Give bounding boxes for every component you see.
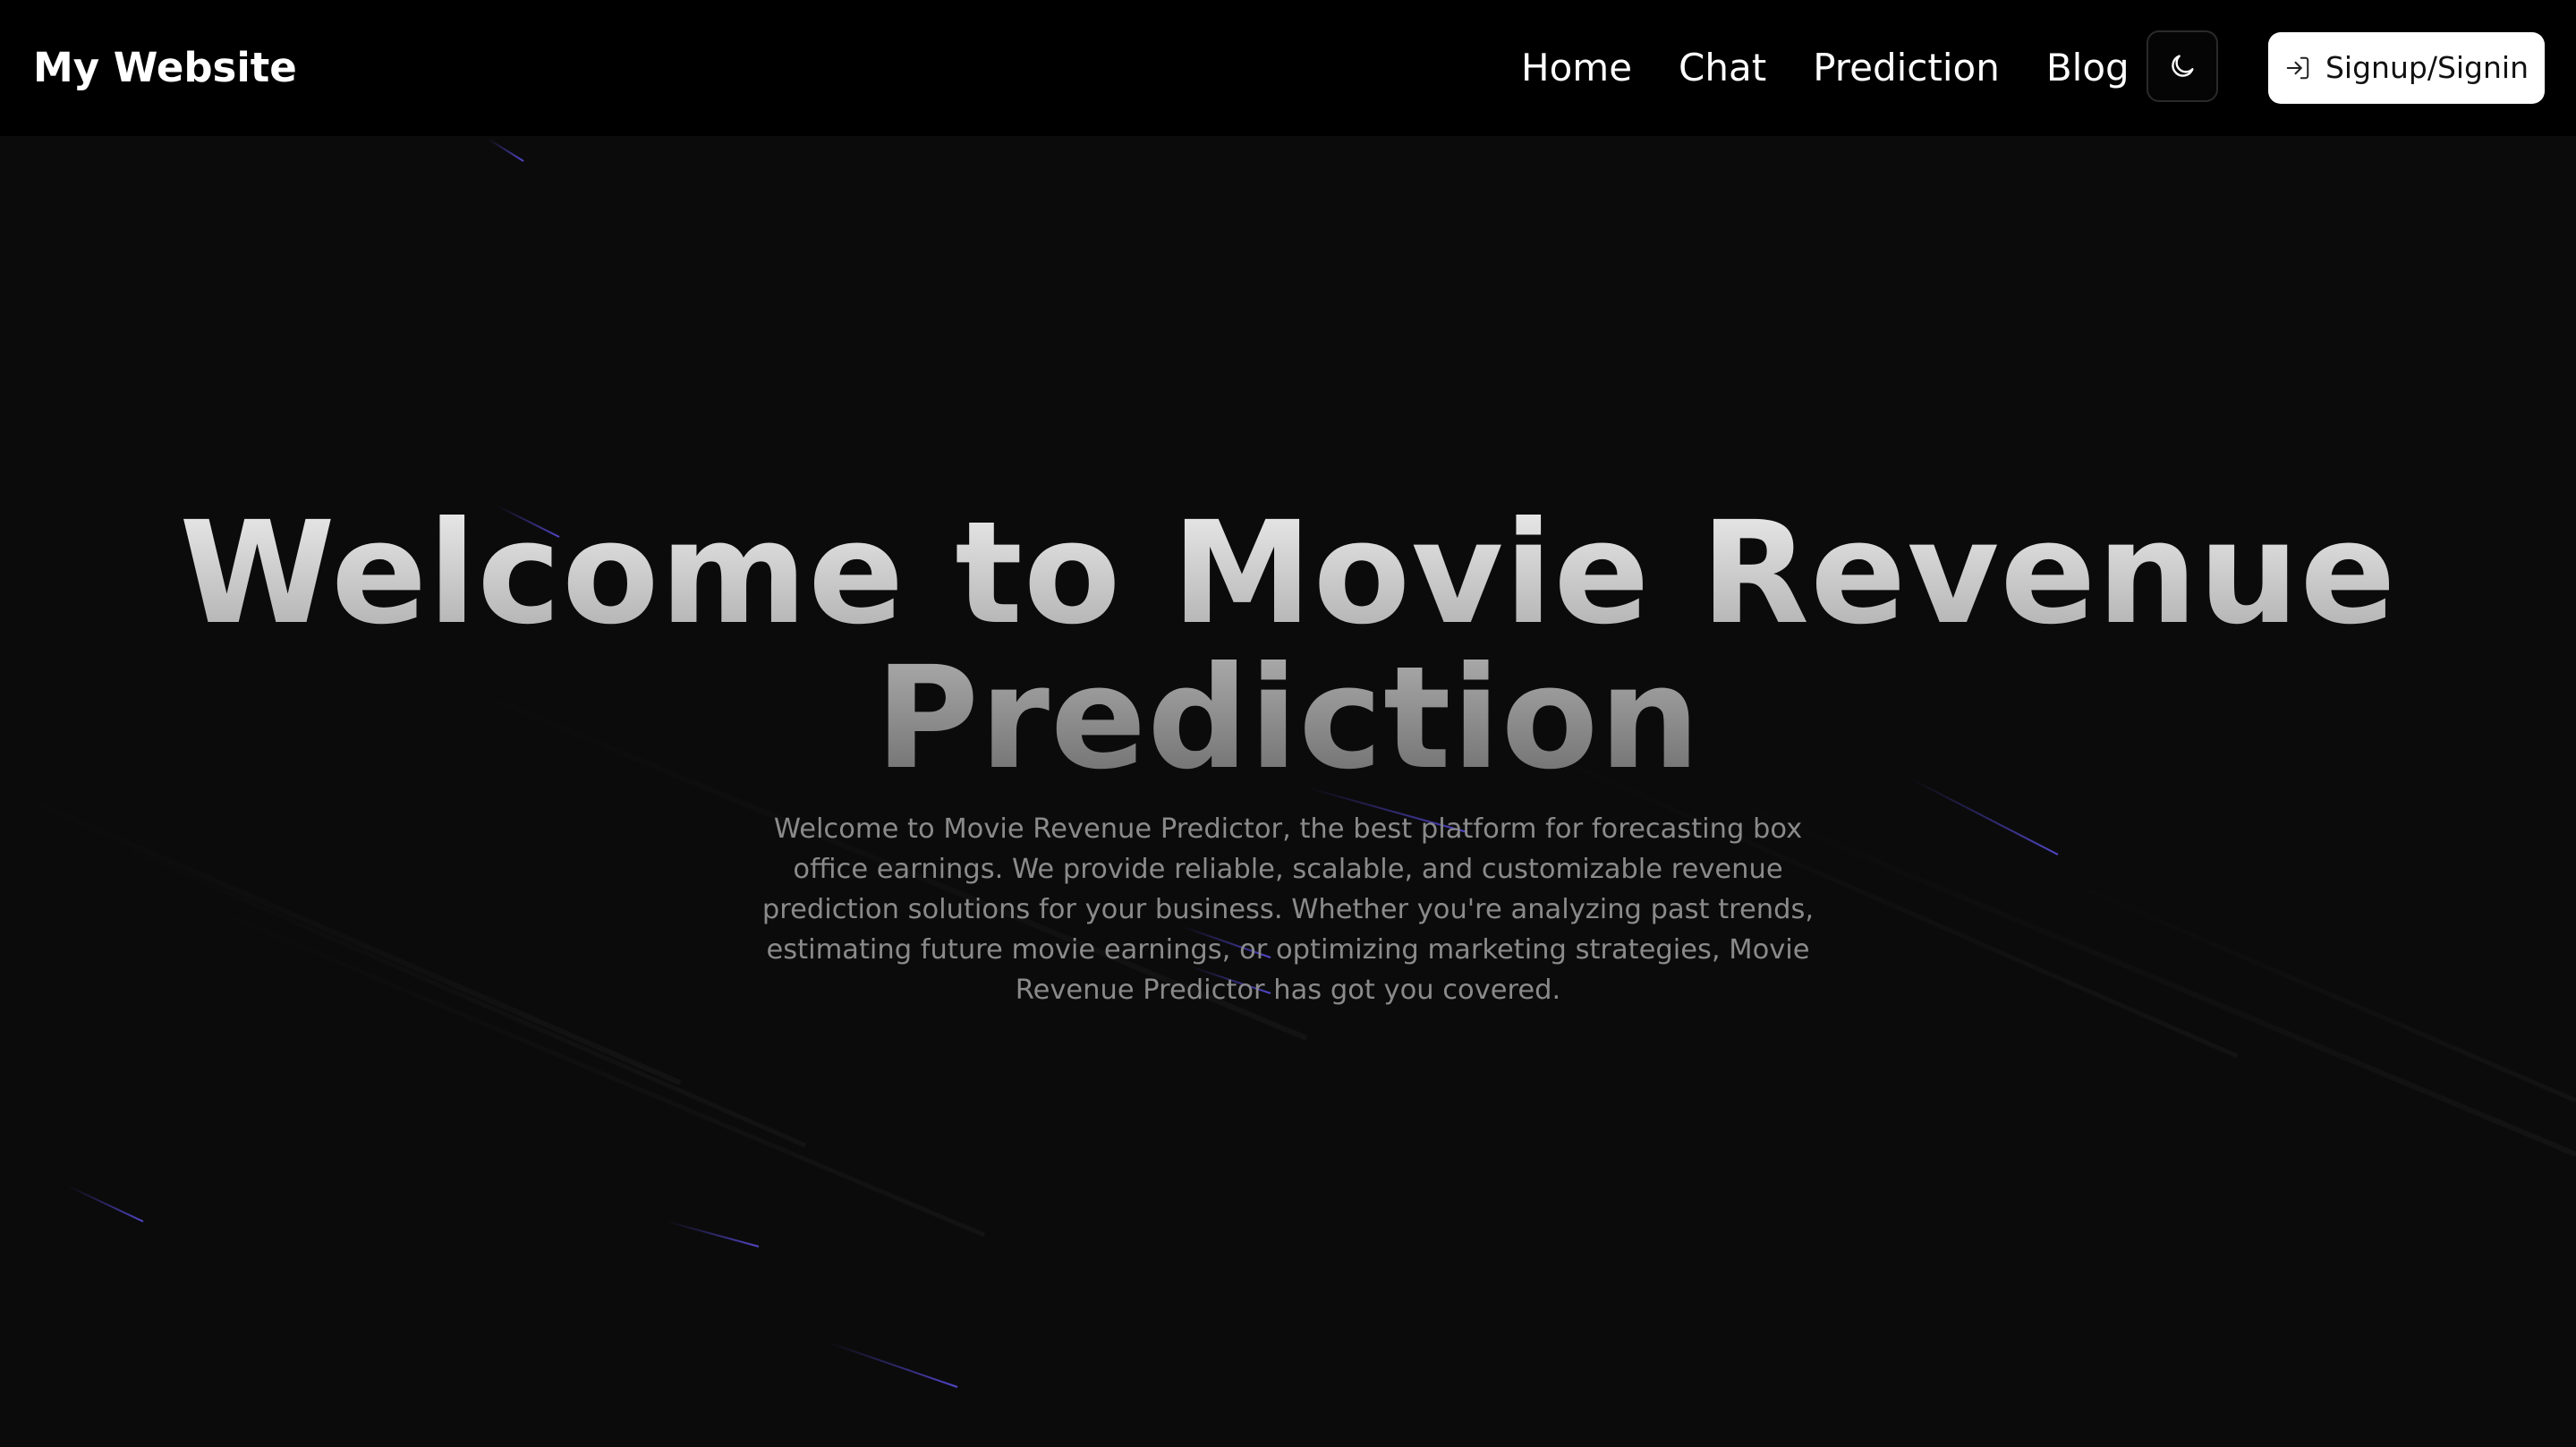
theme-toggle-button[interactable] [2147,30,2218,102]
nav-link-prediction[interactable]: Prediction [1813,41,2000,95]
nav-link-home[interactable]: Home [1521,41,1632,95]
hero-section: Welcome to Movie Revenue Prediction Welc… [0,501,2576,1010]
nav-links: Home Chat Prediction Blog [1521,41,2176,95]
brand-logo-text[interactable]: My Website [33,41,297,95]
hero-title: Welcome to Movie Revenue Prediction [170,501,2407,791]
navbar: My Website Home Chat Prediction Blog Sig… [0,0,2576,136]
nav-link-blog[interactable]: Blog [2046,41,2130,95]
page: My Website Home Chat Prediction Blog Sig… [0,0,2576,1447]
signin-button[interactable]: Signup/Signin [2268,32,2545,104]
hero-description: Welcome to Movie Revenue Predictor, the … [761,813,1815,1006]
nav-link-chat[interactable]: Chat [1679,41,1766,95]
signin-button-label: Signup/Signin [2325,50,2529,85]
moon-icon [2172,55,2194,77]
sign-in-icon [2284,55,2311,81]
